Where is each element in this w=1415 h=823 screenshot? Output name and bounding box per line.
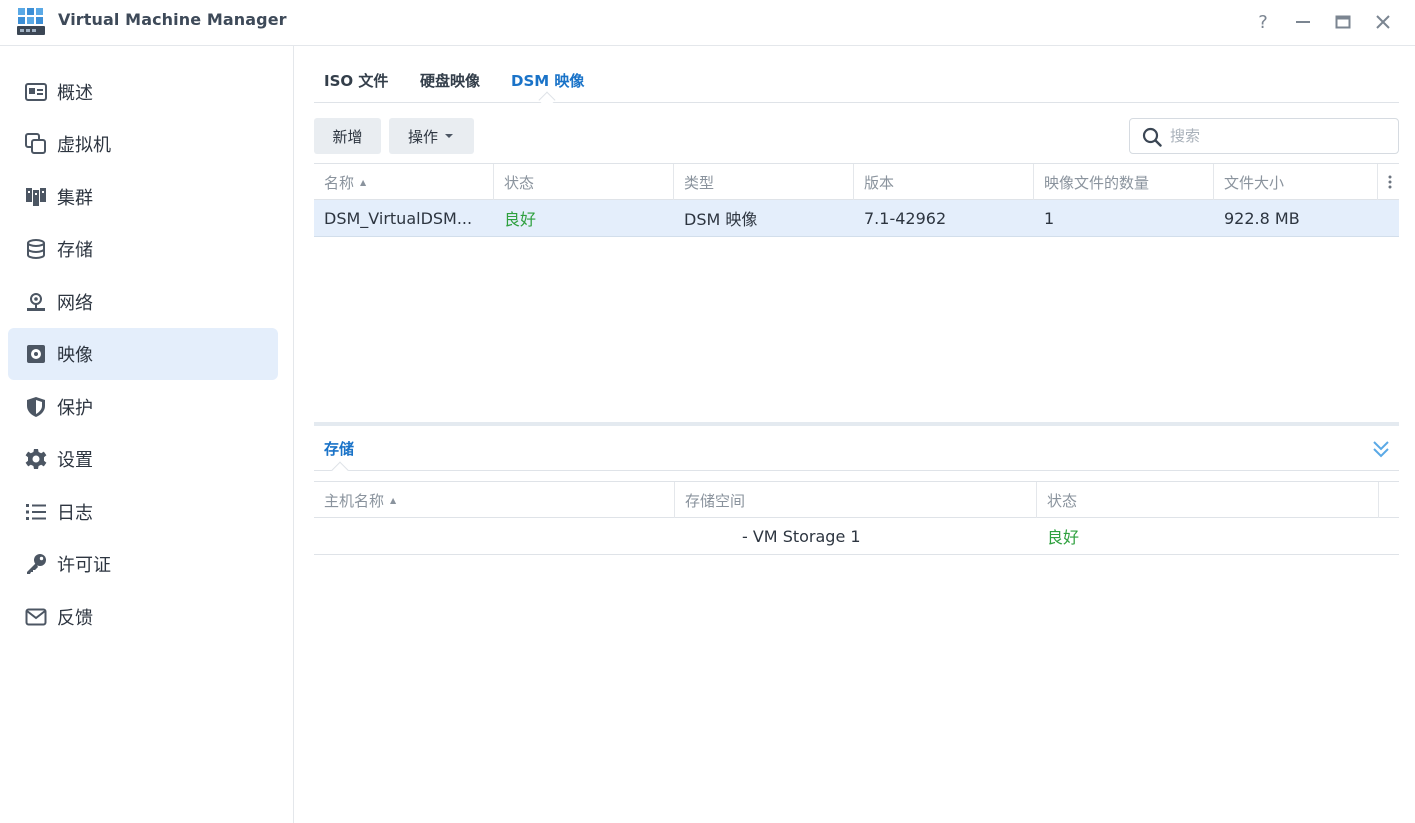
sort-ascending-icon: ▲ [390,495,397,505]
column-header-name[interactable]: 名称 ▲ [314,164,494,200]
tab-bar: ISO 文件 硬盘映像 DSM 映像 [314,46,1399,109]
column-header-label: 主机名称 [324,491,385,510]
tab-dsm-images[interactable]: DSM 映像 [511,70,584,91]
sidebar-item-label: 网络 [57,293,93,314]
sidebar-item-license[interactable]: 许可证 [8,538,278,590]
sidebar-item-label: 日志 [57,503,93,524]
search-box[interactable] [1129,118,1399,154]
sidebar-item-label: 保护 [57,398,93,419]
cell-status: 良好 [504,210,537,229]
sidebar-item-feedback[interactable]: 反馈 [8,591,278,643]
virtual-machine-icon [25,133,46,154]
storage-grid-header: 主机名称 ▲ 存储空间 状态 [314,481,1399,518]
sidebar: 概述 虚拟机 集群 存储 网络 映像 保护 设置 日志 许可证 反馈 [0,46,294,823]
image-icon [27,345,45,363]
column-header-volume[interactable]: 存储空间 [675,482,1037,518]
tab-storage[interactable]: 存储 [324,438,354,459]
cell-type: DSM 映像 [684,210,758,229]
sidebar-item-label: 概述 [57,83,93,104]
detail-tab-bar: 存储 [314,426,1399,471]
shield-icon [27,397,45,417]
maximize-icon [1335,15,1351,29]
cell-version: 7.1-42962 [864,208,947,228]
close-icon [1376,15,1390,29]
sidebar-item-label: 存储 [57,240,93,261]
sidebar-item-label: 反馈 [57,608,93,629]
window-title: Virtual Machine Manager [58,10,287,29]
search-icon [1142,127,1162,147]
sort-ascending-icon: ▲ [360,177,367,187]
column-menu-button[interactable] [1380,164,1399,200]
sidebar-item-network[interactable]: 网络 [8,276,278,328]
sidebar-item-settings[interactable]: 设置 [8,433,278,485]
cell-volume: - VM Storage 1 [742,526,861,546]
column-header-status[interactable]: 状态 [1037,482,1379,518]
column-header-label: 名称 [324,173,355,192]
sidebar-item-label: 集群 [57,188,93,209]
cluster-icon [26,188,46,206]
minimize-button[interactable] [1291,10,1315,34]
grid-header: 名称 ▲ 状态 类型 版本 映像文件的数量 文件大小 [314,163,1399,200]
sidebar-item-label: 许可证 [57,555,111,576]
sidebar-item-logs[interactable]: 日志 [8,486,278,538]
overview-icon [25,83,47,101]
sidebar-item-label: 设置 [57,450,93,471]
column-header-status[interactable]: 状态 [494,164,674,200]
caret-down-icon [445,134,453,138]
column-header-type[interactable]: 类型 [674,164,854,200]
gear-icon [25,449,47,469]
mail-icon [25,608,47,626]
search-input[interactable] [1170,125,1390,147]
tab-iso-files[interactable]: ISO 文件 [324,70,388,91]
sidebar-item-cluster[interactable]: 集群 [8,171,278,223]
help-button[interactable]: ? [1251,10,1275,34]
cell-name: DSM_VirtualDSM... [324,208,473,228]
cell-file-size: 922.8 MB [1224,208,1300,228]
key-icon [27,554,46,574]
sidebar-item-label: 虚拟机 [57,135,111,156]
cell-file-count: 1 [1044,208,1055,228]
sidebar-item-overview[interactable]: 概述 [8,66,278,118]
active-tab-indicator [538,91,556,109]
list-icon [26,504,46,520]
action-button-label: 操作 [407,127,438,146]
sidebar-item-virtual-machine[interactable]: 虚拟机 [8,118,278,170]
action-dropdown-button[interactable]: 操作 [389,118,474,154]
collapse-down-icon[interactable] [1370,438,1392,460]
more-vertical-icon [1388,175,1391,189]
column-header-version[interactable]: 版本 [854,164,1034,200]
cell-host [314,518,675,554]
column-header-file-count[interactable]: 映像文件的数量 [1034,164,1214,200]
column-header-host[interactable]: 主机名称 ▲ [314,482,675,518]
sidebar-item-protection[interactable]: 保护 [8,381,278,433]
sidebar-item-image[interactable]: 映像 [8,328,278,380]
maximize-button[interactable] [1331,10,1355,34]
table-row[interactable]: - VM Storage 1 良好 [314,518,1399,555]
add-button[interactable]: 新增 [314,118,381,154]
sidebar-item-storage[interactable]: 存储 [8,223,278,275]
network-icon [27,293,45,311]
close-button[interactable] [1371,10,1395,34]
column-header-file-size[interactable]: 文件大小 [1214,164,1378,200]
sidebar-item-label: 映像 [57,345,93,366]
minimize-icon [1296,21,1310,23]
tab-disk-images[interactable]: 硬盘映像 [420,70,480,91]
app-logo-icon [17,8,45,35]
table-row[interactable]: DSM_VirtualDSM... 良好 DSM 映像 7.1-42962 1 … [314,200,1399,237]
title-bar: Virtual Machine Manager ? [0,0,1415,46]
cell-status: 良好 [1047,528,1080,547]
storage-icon [27,239,45,259]
